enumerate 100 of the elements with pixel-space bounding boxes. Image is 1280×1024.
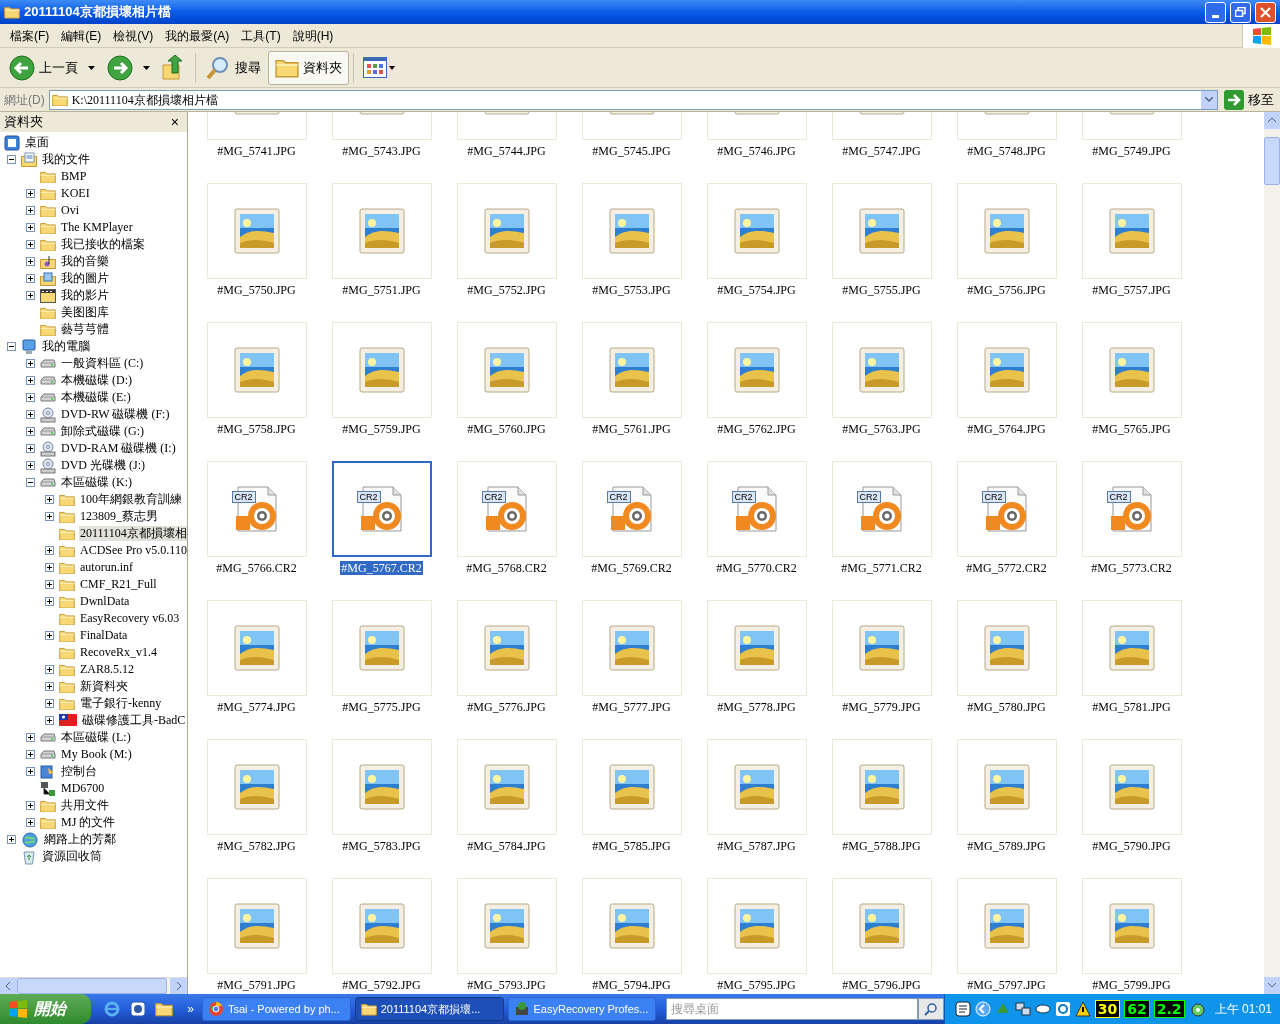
file-thumbnail[interactable] [331,739,432,835]
tray-app-icon[interactable] [954,1001,971,1017]
file-thumbnail[interactable] [206,600,307,696]
file-thumbnail[interactable]: CR2 [331,461,432,557]
file-thumbnail[interactable] [581,322,682,418]
expand-toggle[interactable] [26,801,35,810]
file-name[interactable]: #MG_5760.JPG [466,422,547,436]
file-thumbnail[interactable] [456,183,557,279]
expand-toggle[interactable] [26,444,35,453]
file-name[interactable]: #MG_5777.JPG [591,700,672,714]
search-button[interactable]: 搜尋 [200,50,266,85]
file-thumbnail[interactable] [331,322,432,418]
file-name[interactable]: #MG_5764.JPG [966,422,1047,436]
menu-item[interactable]: 編輯(E) [55,25,108,46]
file-name[interactable]: #MG_5758.JPG [216,422,297,436]
file-thumbnail[interactable] [1081,322,1182,418]
expand-toggle[interactable] [45,682,54,691]
expand-toggle[interactable] [26,410,35,419]
tree-item[interactable]: 我的影片 [60,288,110,303]
expand-toggle[interactable] [45,716,54,725]
file-name[interactable]: #MG_5752.JPG [466,283,547,297]
expand-toggle[interactable] [26,818,35,827]
file-name[interactable]: #MG_5792.JPG [341,978,422,992]
file-name[interactable]: #MG_5773.CR2 [1090,561,1173,575]
expand-toggle[interactable] [45,563,54,572]
tree-item[interactable]: 123809_蔡志男 [79,509,159,524]
file-name[interactable]: #MG_5787.JPG [716,839,797,853]
file-name[interactable]: #MG_5743.JPG [341,144,422,158]
tray-app-icon[interactable] [1188,1001,1205,1017]
warning-icon[interactable] [1074,1001,1091,1017]
tree-item[interactable]: 100年網銀教育訓練 [79,492,183,507]
file-thumbnail[interactable] [456,739,557,835]
file-thumbnail[interactable] [581,600,682,696]
tree-item[interactable]: My Book (M:) [60,747,133,762]
expand-toggle[interactable] [26,206,35,215]
restore-button[interactable] [1230,1,1251,23]
tray-app-icon[interactable] [1034,1001,1051,1017]
tree-item[interactable]: DwnlData [79,594,131,609]
file-thumbnail[interactable] [831,739,932,835]
expand-toggle[interactable] [26,240,35,249]
tree-item[interactable]: BMP [60,169,88,184]
tree-item[interactable]: 共用文件 [60,798,110,813]
tree-item[interactable]: RecoveRx_v1.4 [79,645,158,660]
expand-toggle[interactable] [7,835,16,844]
file-name[interactable]: #MG_5748.JPG [966,144,1047,158]
file-name[interactable]: #MG_5761.JPG [591,422,672,436]
tree-item[interactable]: 本機磁碟 (E:) [60,390,132,405]
tree-item[interactable]: 本區磁碟 (K:) [60,475,133,490]
tree-item[interactable]: MJ 的文件 [60,815,117,830]
expand-toggle[interactable] [26,733,35,742]
file-name[interactable]: #MG_5749.JPG [1091,144,1172,158]
file-name[interactable]: #MG_5797.JPG [966,978,1047,992]
taskbar-button[interactable]: EasyRecovery Profes... [507,997,657,1021]
expand-toggle[interactable] [26,223,35,232]
file-name[interactable]: #MG_5759.JPG [341,422,422,436]
tree-item[interactable]: 本區磁碟 (L:) [60,730,132,745]
file-thumbnail[interactable] [331,600,432,696]
expand-toggle[interactable] [26,274,35,283]
go-button[interactable]: 移至 [1222,89,1276,110]
expand-toggle[interactable] [26,767,35,776]
file-name[interactable]: #MG_5745.JPG [591,144,672,158]
file-name[interactable]: #MG_5784.JPG [466,839,547,853]
file-thumbnail[interactable] [456,878,557,974]
file-thumbnail[interactable] [1081,878,1182,974]
file-name[interactable]: #MG_5782.JPG [216,839,297,853]
file-name[interactable]: #MG_5770.CR2 [715,561,798,575]
tree-item[interactable]: 卸除式磁碟 (G:) [60,424,145,439]
file-name[interactable]: #MG_5778.JPG [716,700,797,714]
tree-item[interactable]: 控制台 [60,764,98,779]
minimize-button[interactable] [1205,1,1226,23]
file-name[interactable]: #MG_5781.JPG [1091,700,1172,714]
tree-item[interactable]: 我的音樂 [60,254,110,269]
file-thumbnail[interactable] [581,739,682,835]
file-thumbnail[interactable] [456,600,557,696]
tree-item[interactable]: Ovi [60,203,80,218]
tree-item[interactable]: ZAR8.5.12 [79,662,135,677]
file-thumbnail[interactable] [706,739,807,835]
file-thumbnail[interactable]: CR2 [581,461,682,557]
browser-e-icon[interactable] [103,1000,122,1018]
file-name[interactable]: #MG_5776.JPG [466,700,547,714]
file-thumbnail[interactable] [206,878,307,974]
close-button[interactable] [1255,1,1276,23]
file-name[interactable]: #MG_5789.JPG [966,839,1047,853]
file-thumbnail[interactable] [831,600,932,696]
folders-button[interactable]: 資料夾 [268,50,349,85]
file-thumbnail[interactable] [831,322,932,418]
taskbar-button[interactable]: 20111104京都損壞... [354,997,504,1021]
collapse-toggle[interactable] [7,342,16,351]
file-name[interactable]: #MG_5785.JPG [591,839,672,853]
tree-item[interactable]: 我的文件 [41,152,91,167]
scrollbar-thumb[interactable] [1264,137,1280,185]
file-thumbnail[interactable] [956,878,1057,974]
file-name[interactable]: #MG_5772.CR2 [965,561,1048,575]
file-thumbnail[interactable] [706,878,807,974]
more-chevron[interactable]: » [187,1000,194,1018]
tree-item[interactable]: 我的電腦 [41,339,91,354]
file-thumbnail[interactable] [206,739,307,835]
file-thumbnail[interactable] [956,183,1057,279]
tree-item[interactable]: MD6700 [60,781,106,796]
file-thumbnail[interactable] [331,183,432,279]
